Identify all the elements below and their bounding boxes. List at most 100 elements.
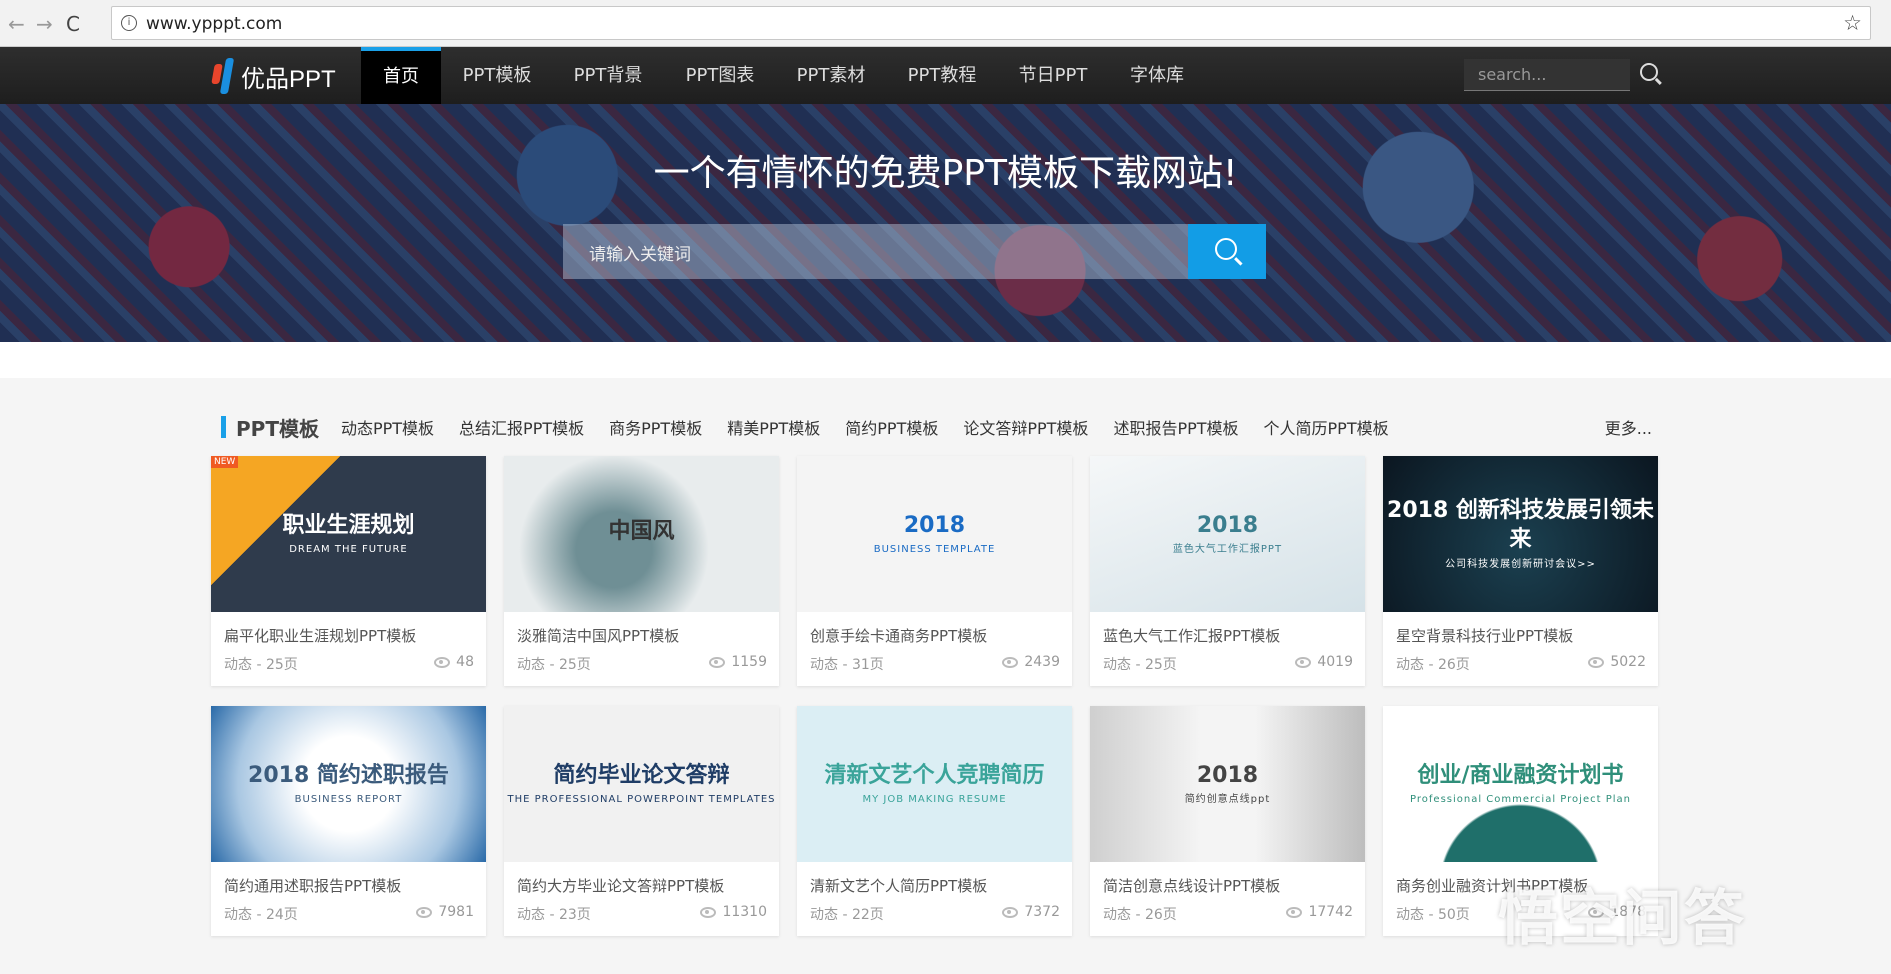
template-card[interactable]: 2018 简约创意点线ppt 简洁创意点线设计PPT模板 动态 - 26页 17… [1090, 706, 1365, 936]
template-card[interactable]: 2018 简约述职报告 BUSINESS REPORT 简约通用述职报告PPT模… [211, 706, 486, 936]
template-title[interactable]: 简洁创意点线设计PPT模板 [1103, 875, 1280, 896]
forward-button[interactable]: → [36, 12, 53, 36]
template-thumbnail[interactable]: NEW 职业生涯规划 DREAM THE FUTURE [211, 456, 486, 612]
view-count-value: 2439 [1024, 654, 1060, 670]
bookmark-star-icon[interactable]: ☆ [1843, 11, 1862, 35]
template-meta: 动态 - 23页 [517, 907, 591, 923]
template-thumbnail[interactable]: 简约毕业论文答辩 THE PROFESSIONAL POWERPOINT TEM… [504, 706, 779, 862]
back-button[interactable]: ← [8, 12, 25, 36]
template-card[interactable]: 2018 蓝色大气工作汇报PPT 蓝色大气工作汇报PPT模板 动态 - 25页 … [1090, 456, 1365, 686]
address-bar[interactable]: i www.ypppt.com ☆ [111, 6, 1871, 40]
template-meta: 动态 - 22页 [810, 907, 884, 923]
template-thumbnail[interactable]: 清新文艺个人竞聘简历 MY JOB MAKING RESUME [797, 706, 1072, 862]
category-link[interactable]: 个人简历PPT模板 [1264, 415, 1389, 439]
template-title[interactable]: 简约大方毕业论文答辩PPT模板 [517, 875, 724, 896]
nav-ppt-materials[interactable]: PPT素材 [786, 47, 876, 104]
view-count-value: 4019 [1317, 654, 1353, 670]
thumbnail-subtitle: THE PROFESSIONAL POWERPOINT TEMPLATES [507, 794, 776, 806]
thumbnail-subtitle: MY JOB MAKING RESUME [862, 794, 1007, 806]
view-count: 48 [434, 654, 474, 670]
thumbnail-subtitle: DREAM THE FUTURE [289, 544, 408, 556]
eye-icon [1002, 906, 1019, 918]
template-title[interactable]: 创意手绘卡通商务PPT模板 [810, 625, 987, 646]
search-icon[interactable] [1640, 63, 1658, 81]
hero-search-input[interactable]: 请输入关键词 [563, 224, 1188, 279]
info-icon[interactable]: i [121, 15, 137, 31]
url-text[interactable]: www.ypppt.com [146, 14, 282, 34]
template-card[interactable]: 清新文艺个人竞聘简历 MY JOB MAKING RESUME 清新文艺个人简历… [797, 706, 1072, 936]
eye-icon [700, 906, 717, 918]
nav-fonts[interactable]: 字体库 [1112, 47, 1202, 104]
thumbnail-title: 中国风 [608, 519, 675, 545]
template-meta: 动态 - 50页 [1396, 907, 1470, 923]
template-meta: 动态 - 25页 [224, 657, 298, 673]
template-card[interactable]: 2018 创新科技发展引领未来 公司科技发展创新研讨会议>> 星空背景科技行业P… [1383, 456, 1658, 686]
thumbnail-title: 2018 [1196, 762, 1259, 788]
template-meta: 动态 - 26页 [1396, 657, 1470, 673]
template-title[interactable]: 淡雅简洁中国风PPT模板 [517, 625, 679, 646]
eye-icon [1002, 656, 1019, 668]
site-nav: 优品PPT 首页 PPT模板 PPT背景 PPT图表 PPT素材 PPT教程 节… [0, 47, 1891, 104]
template-thumbnail[interactable]: 创业/商业融资计划书 Professional Commercial Proje… [1383, 706, 1658, 862]
more-link[interactable]: 更多... [1605, 415, 1652, 439]
nav-ppt-backgrounds[interactable]: PPT背景 [563, 47, 653, 104]
template-title[interactable]: 星空背景科技行业PPT模板 [1396, 625, 1573, 646]
thumbnail-title: 2018 简约述职报告 [248, 762, 449, 788]
browser-toolbar: ← → C i www.ypppt.com ☆ [0, 0, 1891, 47]
view-count-value: 11310 [722, 904, 767, 920]
category-link[interactable]: 精美PPT模板 [727, 415, 820, 439]
category-link[interactable]: 总结汇报PPT模板 [459, 415, 584, 439]
thumbnail-subtitle: 简约创意点线ppt [1184, 794, 1271, 806]
template-card[interactable]: 中国风 淡雅简洁中国风PPT模板 动态 - 25页 1159 [504, 456, 779, 686]
category-link[interactable]: 论文答辩PPT模板 [963, 415, 1088, 439]
category-link[interactable]: 动态PPT模板 [341, 415, 434, 439]
new-badge: NEW [211, 456, 239, 468]
thumbnail-title: 2018 [903, 512, 966, 538]
nav-ppt-templates[interactable]: PPT模板 [452, 47, 542, 104]
template-thumbnail[interactable]: 2018 创新科技发展引领未来 公司科技发展创新研讨会议>> [1383, 456, 1658, 612]
accent-bar [221, 416, 226, 438]
template-thumbnail[interactable]: 2018 BUSINESS TEMPLATE [797, 456, 1072, 612]
template-card[interactable]: 简约毕业论文答辩 THE PROFESSIONAL POWERPOINT TEM… [504, 706, 779, 936]
template-thumbnail[interactable]: 2018 简约创意点线ppt [1090, 706, 1365, 862]
view-count: 4019 [1295, 654, 1353, 670]
view-count-value: 5022 [1610, 654, 1646, 670]
view-count: 17742 [1286, 904, 1353, 920]
nav-search-input[interactable]: search... [1464, 59, 1630, 91]
view-count: 2439 [1002, 654, 1060, 670]
logo-mark-icon [211, 58, 237, 94]
template-meta: 动态 - 25页 [517, 657, 591, 673]
category-link[interactable]: 商务PPT模板 [609, 415, 702, 439]
hero-search-button[interactable] [1188, 224, 1266, 279]
eye-icon [1295, 656, 1312, 668]
nav-holiday-ppt[interactable]: 节日PPT [1008, 47, 1098, 104]
section-header: PPT模板 动态PPT模板 总结汇报PPT模板 商务PPT模板 精美PPT模板 … [221, 414, 1662, 441]
nav-ppt-charts[interactable]: PPT图表 [675, 47, 765, 104]
thumbnail-subtitle: BUSINESS TEMPLATE [873, 544, 996, 556]
reload-button[interactable]: C [66, 12, 80, 36]
template-card[interactable]: 2018 BUSINESS TEMPLATE 创意手绘卡通商务PPT模板 动态 … [797, 456, 1072, 686]
nav-ppt-tutorials[interactable]: PPT教程 [897, 47, 987, 104]
site-logo[interactable]: 优品PPT [211, 58, 336, 94]
spacer [0, 342, 1891, 378]
view-count: 11310 [700, 904, 767, 920]
eye-icon [434, 656, 451, 668]
category-link[interactable]: 简约PPT模板 [845, 415, 938, 439]
template-thumbnail[interactable]: 中国风 [504, 456, 779, 612]
template-title[interactable]: 清新文艺个人简历PPT模板 [810, 875, 987, 896]
template-thumbnail[interactable]: 2018 蓝色大气工作汇报PPT [1090, 456, 1365, 612]
template-thumbnail[interactable]: 2018 简约述职报告 BUSINESS REPORT [211, 706, 486, 862]
category-link[interactable]: 述职报告PPT模板 [1113, 415, 1238, 439]
template-title[interactable]: 蓝色大气工作汇报PPT模板 [1103, 625, 1280, 646]
template-title[interactable]: 简约通用述职报告PPT模板 [224, 875, 401, 896]
eye-icon [709, 656, 726, 668]
thumbnail-title: 清新文艺个人竞聘简历 [824, 762, 1045, 788]
nav-home[interactable]: 首页 [361, 47, 441, 104]
thumbnail-subtitle: BUSINESS REPORT [294, 794, 403, 806]
template-meta: 动态 - 24页 [224, 907, 298, 923]
eye-icon [416, 906, 433, 918]
template-card[interactable]: NEW 职业生涯规划 DREAM THE FUTURE 扁平化职业生涯规划PPT… [211, 456, 486, 686]
view-count-value: 48 [456, 654, 474, 670]
template-title[interactable]: 扁平化职业生涯规划PPT模板 [224, 625, 416, 646]
thumbnail-title: 2018 [1196, 512, 1259, 538]
